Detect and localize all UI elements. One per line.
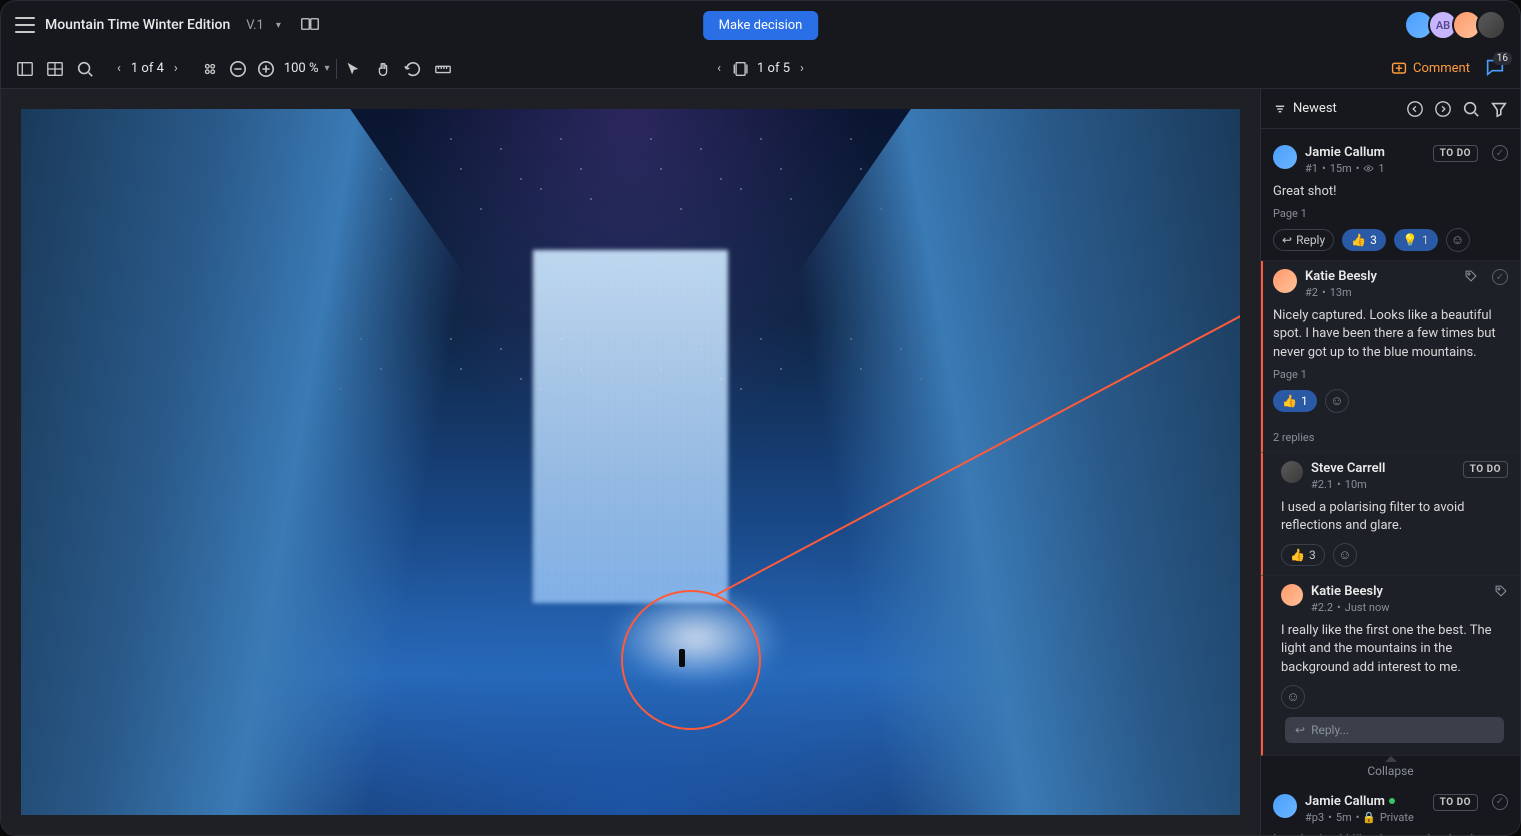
comment-author: Katie Beesly [1305, 269, 1450, 284]
comment-item[interactable]: Katie Beesly #2 • 13m Nicely captured. L… [1261, 261, 1520, 453]
zoom-level[interactable]: 100 % ▾ [284, 61, 330, 76]
comment-meta: #2.2 • Just now [1311, 601, 1480, 614]
bulb-count[interactable]: 💡 1 [1394, 229, 1438, 251]
status-badge[interactable]: TO DO [1463, 461, 1508, 478]
menu-icon[interactable] [15, 17, 35, 33]
avatar [1281, 584, 1303, 606]
comment-page: Page 1 [1273, 207, 1508, 220]
comment-item[interactable]: Jamie Callum #1 • 15m • 1 TO DO Great sh… [1261, 137, 1520, 261]
comment-meta: #1 • 15m • 1 [1305, 162, 1425, 175]
resolve-icon[interactable] [1492, 794, 1508, 810]
like-count[interactable]: 👍 1 [1273, 390, 1317, 412]
online-dot-icon [1389, 798, 1395, 804]
tag-icon[interactable] [1464, 269, 1478, 283]
version-label[interactable]: V.1 [246, 18, 264, 33]
page-indicator: 1 of 4 [131, 61, 164, 76]
add-reaction-icon[interactable]: ☺ [1333, 543, 1357, 567]
comment-page: Page 1 [1273, 368, 1508, 381]
top-bar: Mountain Time Winter Edition V.1 ▾ Make … [1, 1, 1520, 49]
add-reaction-icon[interactable]: ☺ [1281, 685, 1305, 709]
comment-author: Steve Carrell [1311, 461, 1455, 476]
canvas-area[interactable] [1, 89, 1260, 835]
document-title: Mountain Time Winter Edition [45, 17, 230, 33]
resolve-icon[interactable] [1492, 145, 1508, 161]
avatar [1273, 794, 1297, 818]
toolbar: ‹ 1 of 4 › 100 % ▾ ‹ 1 of 5 › Comment [1, 49, 1520, 89]
comment-author: Katie Beesly [1311, 584, 1480, 599]
status-badge[interactable]: TO DO [1433, 794, 1478, 811]
comment-body: I really like the first one the best. Th… [1281, 622, 1508, 677]
ruler-icon[interactable] [433, 59, 453, 79]
chat-icon[interactable]: 16 [1484, 56, 1506, 82]
comment-body: I used a polarising filter to avoid refl… [1281, 499, 1508, 535]
fit-icon[interactable] [200, 59, 220, 79]
search-icon[interactable] [1462, 100, 1480, 118]
comment-meta: #2.1 • 10m [1311, 478, 1455, 491]
make-decision-button[interactable]: Make decision [703, 11, 819, 40]
comment-meta: #2 • 13m [1305, 286, 1450, 299]
add-reaction-icon[interactable]: ☺ [1325, 389, 1349, 413]
filter-icon[interactable] [1490, 100, 1508, 118]
sort-dropdown[interactable]: Newest [1273, 101, 1337, 116]
comment-body: Great shot! [1273, 183, 1508, 201]
collapse-button[interactable]: Collapse [1261, 756, 1520, 786]
pointer-icon[interactable] [343, 59, 363, 79]
main-image [21, 109, 1240, 815]
panel-left-icon[interactable] [15, 59, 35, 79]
reply-input[interactable]: ↩ Reply... [1285, 717, 1504, 743]
status-badge[interactable]: TO DO [1433, 145, 1478, 162]
add-reaction-icon[interactable]: ☺ [1446, 228, 1470, 252]
zoom-in-icon[interactable] [256, 59, 276, 79]
prev-circle-icon[interactable] [1406, 100, 1424, 118]
comment-body: Nicely captured. Looks like a beautiful … [1273, 307, 1508, 362]
chevron-down-icon[interactable]: ▾ [276, 20, 281, 31]
comment-item[interactable]: Jamie Callum #p3 • 5m • 🔒 Private TO DO … [1261, 786, 1520, 835]
comment-author: Jamie Callum [1305, 794, 1425, 809]
zoom-out-icon[interactable] [228, 59, 248, 79]
rotate-icon[interactable] [403, 59, 423, 79]
next-item-icon[interactable]: › [796, 59, 808, 78]
chat-count-badge: 16 [1493, 52, 1512, 65]
grid-icon[interactable] [45, 59, 65, 79]
prev-item-icon[interactable]: ‹ [713, 59, 725, 78]
next-circle-icon[interactable] [1434, 100, 1452, 118]
prev-page-icon[interactable]: ‹ [113, 59, 125, 78]
avatar [1281, 461, 1303, 483]
item-indicator: 1 of 5 [757, 61, 790, 76]
resolve-icon[interactable] [1492, 269, 1508, 285]
next-page-icon[interactable]: › [170, 59, 182, 78]
add-comment-button[interactable]: Comment [1391, 61, 1470, 77]
pages-icon[interactable] [731, 59, 751, 79]
avatar [1273, 269, 1297, 293]
replies-count: 2 replies [1273, 423, 1508, 444]
comment-reply[interactable]: Steve Carrell #2.1 • 10m TO DO I used a … [1261, 453, 1520, 576]
like-count[interactable]: 👍 3 [1281, 544, 1325, 566]
hand-icon[interactable] [373, 59, 393, 79]
comment-meta: #p3 • 5m • 🔒 Private [1305, 811, 1425, 824]
comment-author: Jamie Callum [1305, 145, 1425, 160]
search-icon[interactable] [75, 59, 95, 79]
compare-icon[interactable] [301, 18, 319, 32]
comments-sidebar: Newest Jamie Callum [1260, 89, 1520, 835]
user-avatar[interactable] [1476, 10, 1506, 40]
comment-body: Lovely view! I like the way the depth dr… [1273, 832, 1508, 835]
tag-icon[interactable] [1494, 584, 1508, 598]
like-count[interactable]: 👍 3 [1342, 229, 1386, 251]
reply-button[interactable]: ↩ Reply [1273, 229, 1334, 251]
comment-reply[interactable]: Katie Beesly #2.2 • Just now I really li… [1261, 576, 1520, 756]
avatar [1273, 145, 1297, 169]
